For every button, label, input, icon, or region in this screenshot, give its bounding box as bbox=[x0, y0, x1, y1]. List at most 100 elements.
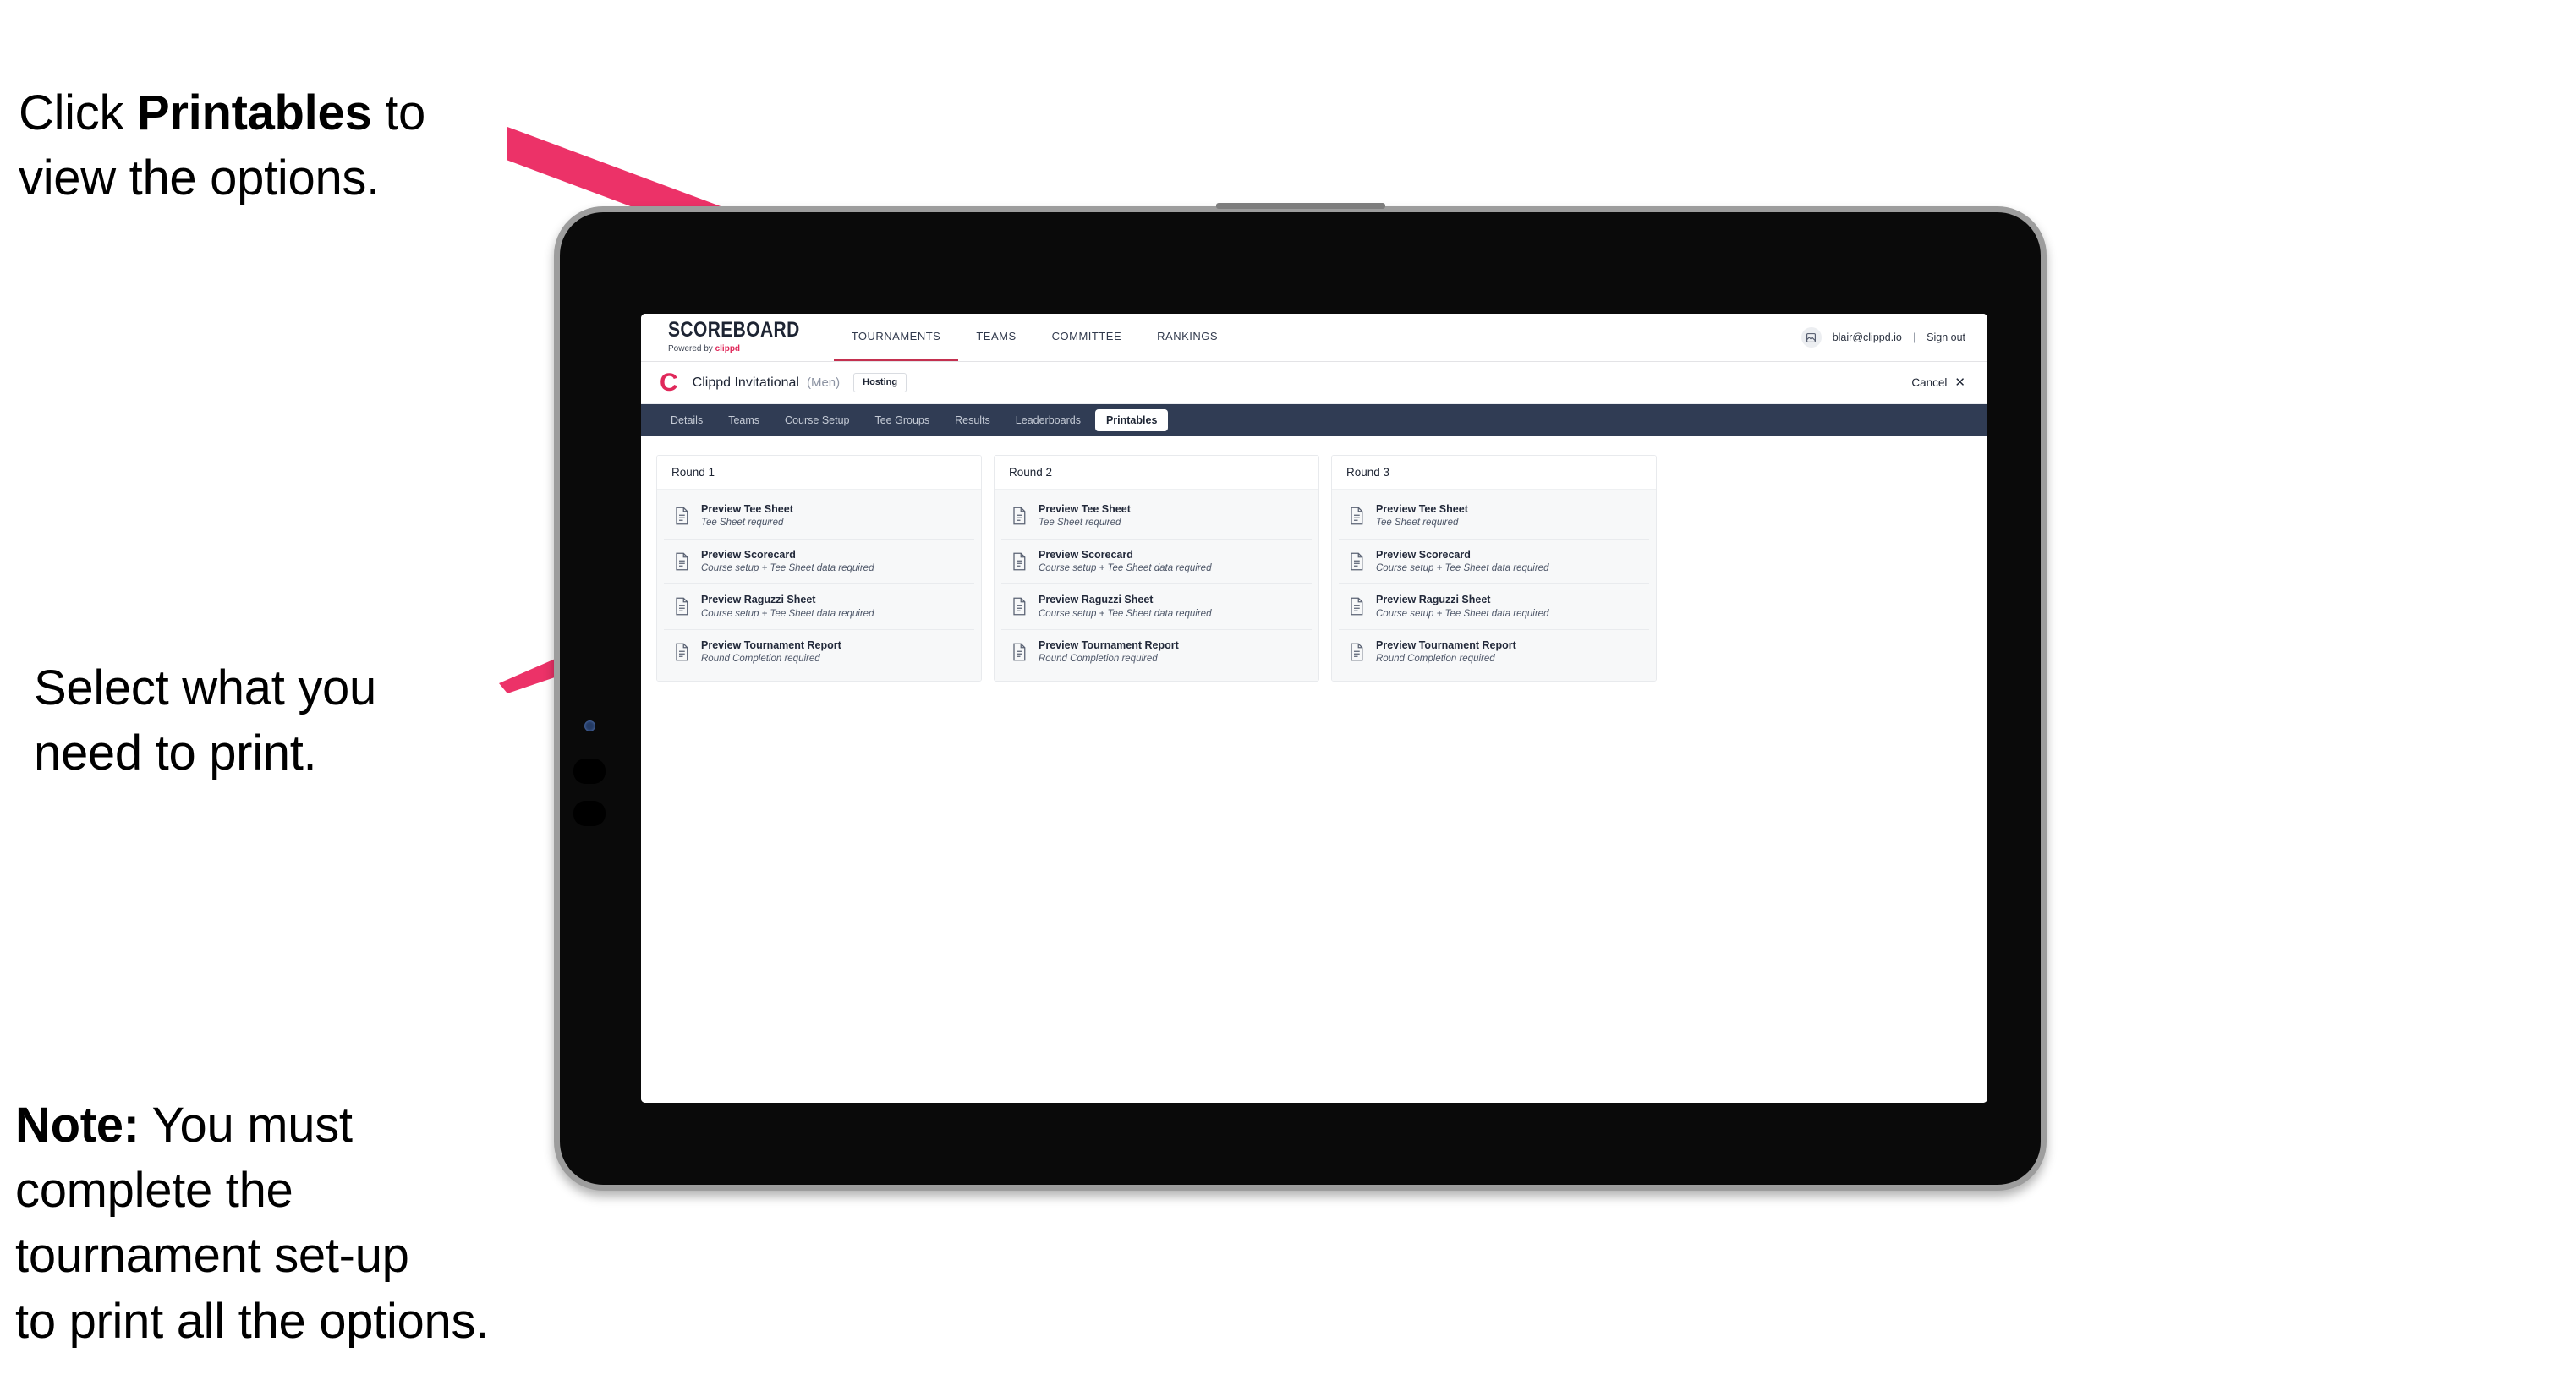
app-screen: SCOREBOARD Powered by clippd TOURNAMENTS… bbox=[641, 314, 1987, 1103]
list-item-text: Preview Tournament Report Round Completi… bbox=[1376, 639, 1516, 666]
tournament-name: Clippd Invitational bbox=[692, 375, 799, 390]
list-item-requirement: Course setup + Tee Sheet data required bbox=[701, 562, 874, 573]
round-item-list: Preview Tee Sheet Tee Sheet required Pre… bbox=[657, 490, 981, 682]
annotation-note-bold: Note: bbox=[15, 1098, 140, 1153]
document-icon bbox=[1011, 507, 1027, 525]
list-item-text: Preview Scorecard Course setup + Tee She… bbox=[1376, 549, 1548, 575]
annotation-click-printables: Click Printables to view the options. bbox=[19, 15, 594, 211]
list-item-requirement: Tee Sheet required bbox=[701, 518, 784, 529]
list-item-requirement: Course setup + Tee Sheet data required bbox=[1039, 608, 1212, 619]
list-item[interactable]: Preview Raguzzi Sheet Course setup + Tee… bbox=[1339, 584, 1649, 630]
cancel-button-label: Cancel bbox=[1911, 376, 1948, 389]
list-item[interactable]: Preview Tee Sheet Tee Sheet required bbox=[1339, 494, 1649, 540]
topnav-item-rankings[interactable]: RANKINGS bbox=[1139, 314, 1236, 361]
tab-tee-groups[interactable]: Tee Groups bbox=[863, 409, 940, 432]
brand-powered-by-text: Powered by bbox=[668, 344, 715, 353]
list-item-text: Preview Scorecard Course setup + Tee She… bbox=[701, 549, 874, 575]
list-item-title: Preview Tournament Report bbox=[1376, 638, 1516, 651]
list-item[interactable]: Preview Raguzzi Sheet Course setup + Tee… bbox=[1001, 584, 1312, 630]
list-item[interactable]: Preview Tournament Report Round Completi… bbox=[1001, 630, 1312, 675]
list-item-title: Preview Tournament Report bbox=[701, 638, 841, 651]
document-icon bbox=[674, 643, 689, 661]
list-item-title: Preview Raguzzi Sheet bbox=[1039, 594, 1154, 606]
list-item-requirement: Tee Sheet required bbox=[1039, 518, 1121, 529]
list-item[interactable]: Preview Raguzzi Sheet Course setup + Tee… bbox=[664, 584, 974, 630]
account-separator: | bbox=[1912, 331, 1916, 343]
document-icon bbox=[1349, 552, 1364, 571]
list-item[interactable]: Preview Tee Sheet Tee Sheet required bbox=[664, 494, 974, 540]
tab-details[interactable]: Details bbox=[660, 409, 714, 432]
tablet-volume-up-button[interactable] bbox=[573, 759, 606, 784]
topnav-item-committee[interactable]: COMMITTEE bbox=[1034, 314, 1140, 361]
printables-content: Round 1 Preview Tee Sheet Tee Sheet requ… bbox=[641, 436, 1987, 1103]
list-item-requirement: Round Completion required bbox=[1039, 654, 1158, 665]
list-item-text: Preview Tournament Report Round Completi… bbox=[1039, 639, 1179, 666]
document-icon bbox=[1011, 597, 1027, 616]
document-icon bbox=[1349, 643, 1364, 661]
list-item-text: Preview Scorecard Course setup + Tee She… bbox=[1039, 549, 1211, 575]
topnav-item-teams[interactable]: TEAMS bbox=[958, 314, 1033, 361]
topnav-item-tournaments[interactable]: TOURNAMENTS bbox=[833, 314, 959, 361]
list-item[interactable]: Preview Tournament Report Round Completi… bbox=[1339, 630, 1649, 675]
user-avatar-icon[interactable] bbox=[1800, 327, 1822, 348]
list-item-text: Preview Tee Sheet Tee Sheet required bbox=[1039, 503, 1131, 529]
round-item-list: Preview Tee Sheet Tee Sheet required Pre… bbox=[995, 490, 1318, 682]
tablet-volume-down-button[interactable] bbox=[573, 801, 606, 826]
user-email-label: blair@clippd.io bbox=[1832, 331, 1902, 343]
close-icon: ✕ bbox=[1954, 375, 1965, 390]
app-top-bar: SCOREBOARD Powered by clippd TOURNAMENTS… bbox=[641, 314, 1987, 362]
list-item-requirement: Course setup + Tee Sheet data required bbox=[1039, 562, 1212, 573]
list-item-text: Preview Tee Sheet Tee Sheet required bbox=[701, 503, 793, 529]
list-item-text: Preview Raguzzi Sheet Course setup + Tee… bbox=[1039, 594, 1211, 620]
tab-printables[interactable]: Printables bbox=[1094, 408, 1169, 432]
list-item[interactable]: Preview Scorecard Course setup + Tee She… bbox=[1001, 540, 1312, 585]
list-item-title: Preview Raguzzi Sheet bbox=[1376, 594, 1491, 606]
document-icon bbox=[1011, 552, 1027, 571]
list-item-text: Preview Raguzzi Sheet Course setup + Tee… bbox=[1376, 594, 1548, 620]
round-item-list: Preview Tee Sheet Tee Sheet required Pre… bbox=[1332, 490, 1656, 682]
clippd-wordmark: clippd bbox=[715, 344, 741, 353]
document-icon bbox=[674, 507, 689, 525]
list-item-requirement: Round Completion required bbox=[1376, 654, 1495, 665]
list-item-title: Preview Tee Sheet bbox=[1376, 503, 1468, 515]
tab-teams[interactable]: Teams bbox=[717, 409, 770, 432]
round-title: Round 3 bbox=[1332, 456, 1656, 490]
list-item-title: Preview Tee Sheet bbox=[1039, 503, 1131, 515]
list-item-title: Preview Raguzzi Sheet bbox=[701, 594, 816, 606]
tablet-camera-icon bbox=[584, 720, 595, 731]
list-item-title: Preview Scorecard bbox=[701, 548, 796, 561]
list-item-text: Preview Tee Sheet Tee Sheet required bbox=[1376, 503, 1468, 529]
round-column: Round 1 Preview Tee Sheet Tee Sheet requ… bbox=[656, 455, 982, 682]
tab-results[interactable]: Results bbox=[944, 409, 1001, 432]
document-icon bbox=[674, 597, 689, 616]
document-icon bbox=[1011, 643, 1027, 661]
round-column: Round 3 Preview Tee Sheet Tee Sheet requ… bbox=[1331, 455, 1657, 682]
list-item[interactable]: Preview Tournament Report Round Completi… bbox=[664, 630, 974, 675]
tab-leaderboards[interactable]: Leaderboards bbox=[1005, 409, 1092, 432]
document-icon bbox=[674, 552, 689, 571]
document-icon bbox=[1349, 597, 1364, 616]
list-item-text: Preview Raguzzi Sheet Course setup + Tee… bbox=[701, 594, 874, 620]
annotation-click-bold: Printables bbox=[136, 85, 372, 141]
annotation-select-print: Select what you need to print. bbox=[34, 660, 376, 781]
list-item-requirement: Course setup + Tee Sheet data required bbox=[1376, 608, 1549, 619]
account-area: blair@clippd.io | Sign out bbox=[1800, 314, 1987, 361]
status-badge: Hosting bbox=[853, 373, 907, 392]
annotation-click-prefix: Click bbox=[19, 85, 137, 141]
list-item[interactable]: Preview Scorecard Course setup + Tee She… bbox=[664, 540, 974, 585]
clippd-logo-icon: C bbox=[660, 368, 678, 397]
tablet-device-frame: SCOREBOARD Powered by clippd TOURNAMENTS… bbox=[554, 203, 2047, 1191]
list-item-title: Preview Scorecard bbox=[1039, 548, 1133, 561]
primary-navigation: TOURNAMENTS TEAMS COMMITTEE RANKINGS bbox=[833, 314, 1236, 361]
list-item-title: Preview Scorecard bbox=[1376, 548, 1471, 561]
cancel-button[interactable]: Cancel ✕ bbox=[1911, 376, 1965, 389]
tablet-speaker-notch bbox=[1215, 203, 1385, 209]
list-item-requirement: Course setup + Tee Sheet data required bbox=[701, 608, 874, 619]
sign-out-link[interactable]: Sign out bbox=[1927, 331, 1965, 343]
tab-course-setup[interactable]: Course Setup bbox=[774, 409, 860, 432]
list-item[interactable]: Preview Scorecard Course setup + Tee She… bbox=[1339, 540, 1649, 585]
list-item-text: Preview Tournament Report Round Completi… bbox=[701, 639, 841, 666]
list-item-title: Preview Tee Sheet bbox=[701, 503, 793, 515]
list-item[interactable]: Preview Tee Sheet Tee Sheet required bbox=[1001, 494, 1312, 540]
scoreboard-logo[interactable]: SCOREBOARD Powered by clippd bbox=[668, 314, 834, 361]
